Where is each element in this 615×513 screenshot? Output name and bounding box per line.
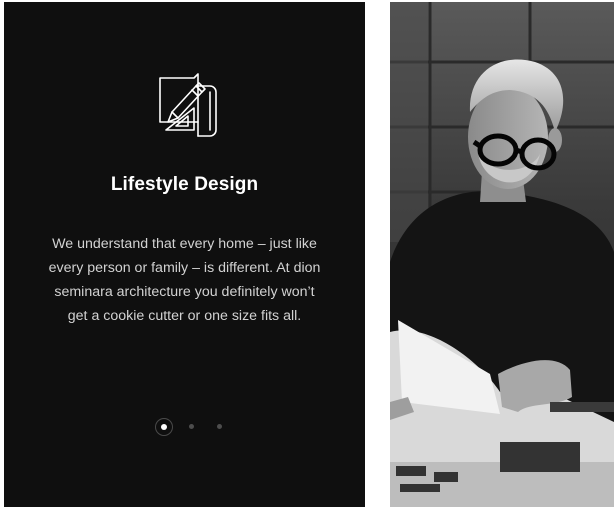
description-line: every person or family – is different. A… [48,260,321,276]
description-line: seminara architecture you definitely won… [54,284,315,300]
slide-description: We understand that every home – just lik… [38,232,331,328]
pagination-dot-3[interactable] [217,424,222,429]
architect-photo [390,2,614,507]
carousel-pagination [152,416,232,438]
slide-title: Lifestyle Design [110,174,259,195]
pagination-dot-2[interactable] [189,424,194,429]
feature-card: Lifestyle Design We understand that ever… [4,2,365,507]
blueprint-pencil-icon [154,72,224,140]
pagination-dot-1[interactable] [155,418,173,436]
description-line: We understand that every home – just lik… [52,236,317,252]
description-line: get a cookie cutter or one size fits all… [67,308,302,324]
